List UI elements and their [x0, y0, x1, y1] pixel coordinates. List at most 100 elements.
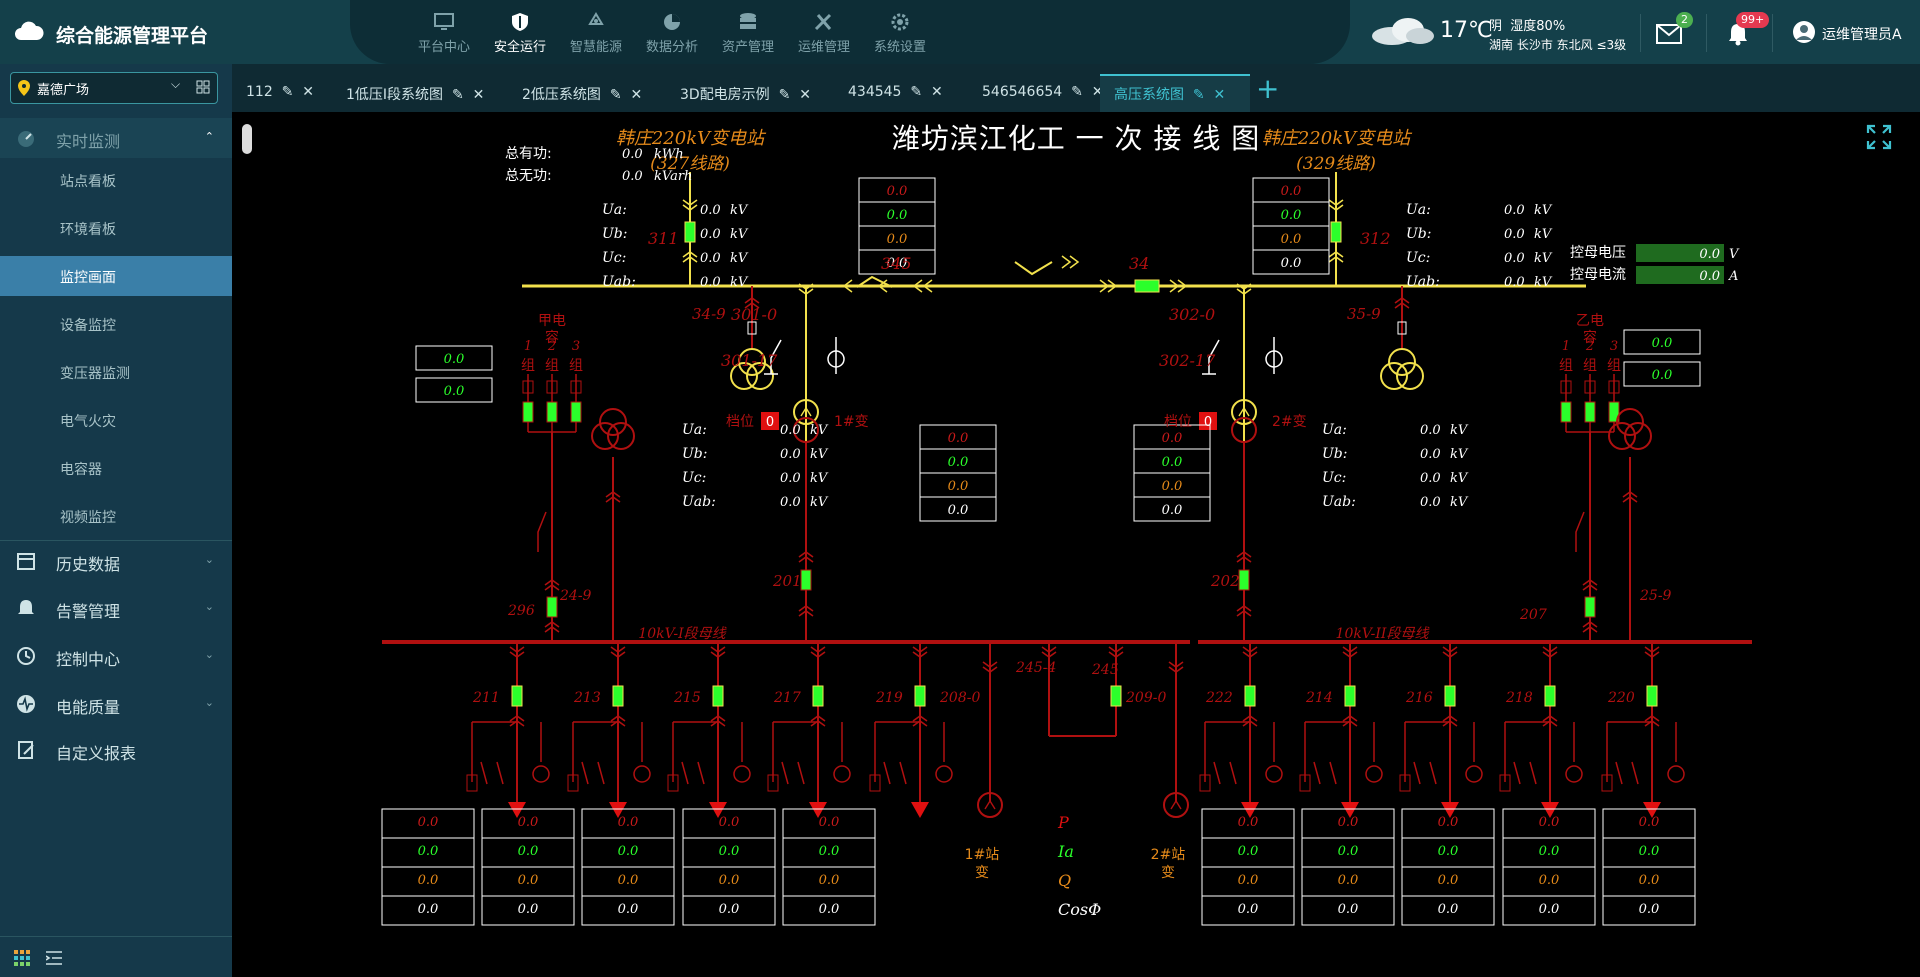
incoming-voltage-left-unit: kV — [730, 275, 749, 290]
t2-voltage-value: 0.0 — [1420, 423, 1441, 438]
menu-env-board[interactable]: 环境看板 — [0, 208, 232, 248]
add-tab-button[interactable]: + — [1256, 72, 1279, 105]
menu-transformer-monitor[interactable]: 变压器监测 — [0, 352, 232, 392]
menu-alarm-management[interactable]: 告警管理 ⌄ — [0, 588, 232, 628]
incoming-voltage-right-unit: kV — [1534, 203, 1553, 218]
nav-safe-operation[interactable]: 安全运行 — [485, 10, 555, 55]
tab-low-voltage-2[interactable]: 2低压系统图 ✎ ✕ — [508, 76, 658, 112]
breaker-closed — [914, 685, 926, 707]
group-label: 组 — [521, 358, 535, 374]
mail-icon[interactable] — [1656, 24, 1682, 44]
earthing-switch — [681, 761, 689, 785]
nav-smart-energy[interactable]: 智慧能源 — [561, 10, 631, 55]
nav-data-analysis[interactable]: 数据分析 — [637, 10, 707, 55]
transformer-name: 1#变 — [834, 414, 869, 430]
avatar[interactable] — [1792, 20, 1816, 44]
feeder-value: 0.0 — [1639, 815, 1660, 830]
feeder-value: 0.0 — [1639, 902, 1660, 917]
tab-high-voltage[interactable]: 高压系统图 ✎ ✕ — [1100, 74, 1250, 112]
t1-voltage-label: Ub: — [682, 446, 707, 462]
breaker-closed — [800, 569, 812, 591]
breaker-closed — [1330, 221, 1342, 243]
breaker-closed — [684, 221, 696, 243]
tab-546546654[interactable]: 546546654 ✎ ✕ — [968, 76, 1118, 112]
incoming-voltage-left-value: 0.0 — [700, 203, 721, 218]
nav-system-settings[interactable]: 系统设置 — [865, 10, 935, 55]
apps-grid-icon[interactable] — [14, 950, 30, 966]
app-title: 综合能源管理平台 — [56, 25, 209, 47]
incoming-right-stack-value: 0.0 — [1281, 184, 1302, 199]
chevron-down-icon: ⌵ — [171, 77, 181, 91]
menu-device-monitor[interactable]: 设备监控 — [0, 304, 232, 344]
menu-station-board[interactable]: 站点看板 — [0, 160, 232, 200]
group-label: 组 — [1583, 358, 1597, 374]
station-transformer-name: 变 — [975, 865, 989, 881]
chevron-down-icon: ⌄ — [204, 648, 214, 661]
table-row-label: P — [1057, 813, 1069, 832]
arrester-symbol — [1667, 765, 1685, 783]
transformer-name: 2#变 — [1272, 414, 1307, 430]
nav-asset-management[interactable]: 资产管理 — [713, 10, 783, 55]
grid-icon[interactable] — [196, 80, 210, 94]
collapse-menu-icon[interactable] — [46, 951, 62, 965]
top-header: 综合能源管理平台 平台中心 安全运行 智慧能源 数据分析 资产管理 运维管理 系… — [0, 0, 1920, 64]
nav-platform-center[interactable]: 平台中心 — [409, 10, 479, 55]
menu-control-center[interactable]: 控制中心 ⌄ — [0, 636, 232, 676]
incoming-voltage-left-value: 0.0 — [700, 227, 721, 242]
tab-low-voltage-1[interactable]: 1低压I段系统图 ✎ ✕ — [332, 76, 484, 112]
arrester-symbol — [1465, 765, 1483, 783]
menu-capacitor[interactable]: 电容器 — [0, 448, 232, 488]
total-reactive-value: 0.0 — [622, 169, 643, 184]
breaker-label: 202 — [1210, 572, 1240, 590]
tab-112[interactable]: 112 ✎ ✕ — [232, 76, 324, 112]
incoming-right-stack-value: 0.0 — [1281, 256, 1302, 271]
cloud-logo-icon — [15, 21, 44, 40]
incoming-right-stack-value: 0.0 — [1281, 208, 1302, 223]
incoming-voltage-right-value: 0.0 — [1504, 275, 1525, 290]
menu-video-monitor[interactable]: 视频监控 — [0, 496, 232, 536]
t1-stack-value: 0.0 — [948, 455, 969, 470]
tab-3d-room[interactable]: 3D配电房示例 ✎ ✕ — [666, 76, 816, 112]
menu-realtime-monitoring[interactable]: 实时监测 ⌃ — [0, 118, 232, 158]
tools-icon — [814, 13, 832, 31]
breaker-closed — [546, 401, 558, 423]
feeder-value: 0.0 — [1338, 873, 1359, 888]
feeder-value: 0.0 — [1238, 844, 1259, 859]
breaker-closed — [570, 401, 582, 423]
tab-434545[interactable]: 434545 ✎ ✕ — [834, 76, 954, 112]
table-row-label: Ia — [1057, 842, 1074, 861]
bus-2-label: 10kV-II段母线 — [1336, 626, 1431, 642]
menu-history-data[interactable]: 历史数据 ⌄ — [0, 540, 232, 581]
total-reactive-unit: kVarh — [654, 169, 692, 184]
feeder-value: 0.0 — [1438, 815, 1459, 830]
earthing-switch — [1429, 761, 1437, 785]
feeder-value: 0.0 — [1238, 873, 1259, 888]
nav-maintenance[interactable]: 运维管理 — [789, 10, 859, 55]
menu-monitor-screen[interactable]: 监控画面 — [0, 256, 232, 296]
total-active-value: 0.0 — [622, 147, 643, 162]
t2-stack-value: 0.0 — [1162, 503, 1183, 518]
t1-voltage-value: 0.0 — [780, 495, 801, 510]
bus-tie-label: 245-4 — [1015, 660, 1056, 676]
group-number: 2 — [1585, 339, 1594, 354]
feeder-value: 0.0 — [1639, 873, 1660, 888]
edit-report-icon — [18, 741, 34, 759]
incoming-right-stack-value: 0.0 — [1281, 232, 1302, 247]
group-number: 2 — [547, 339, 556, 354]
t2-stack-value: 0.0 — [1162, 479, 1183, 494]
feeder-value: 0.0 — [719, 844, 740, 859]
earthing-switch-label: 302-17 — [1159, 351, 1216, 370]
menu-electric-fire[interactable]: 电气火灾 — [0, 400, 232, 440]
user-name[interactable]: 运维管理员A — [1822, 24, 1902, 44]
earthing-switch — [1213, 761, 1221, 785]
site-selector[interactable]: 嘉德广场 ⌵ — [10, 72, 218, 104]
feeder-value: 0.0 — [1639, 844, 1660, 859]
ctrl-current-label: 控母电流 — [1570, 267, 1626, 283]
nav-label: 数据分析 — [645, 40, 698, 55]
menu-power-quality[interactable]: 电能质量 ⌄ — [0, 684, 232, 724]
menu-custom-report[interactable]: 自定义报表 — [0, 730, 232, 770]
feeder-label: 220 — [1607, 690, 1635, 706]
group-label: 组 — [545, 358, 559, 374]
pt-transformer — [1388, 348, 1416, 376]
feeder-label: 219 — [875, 690, 903, 706]
